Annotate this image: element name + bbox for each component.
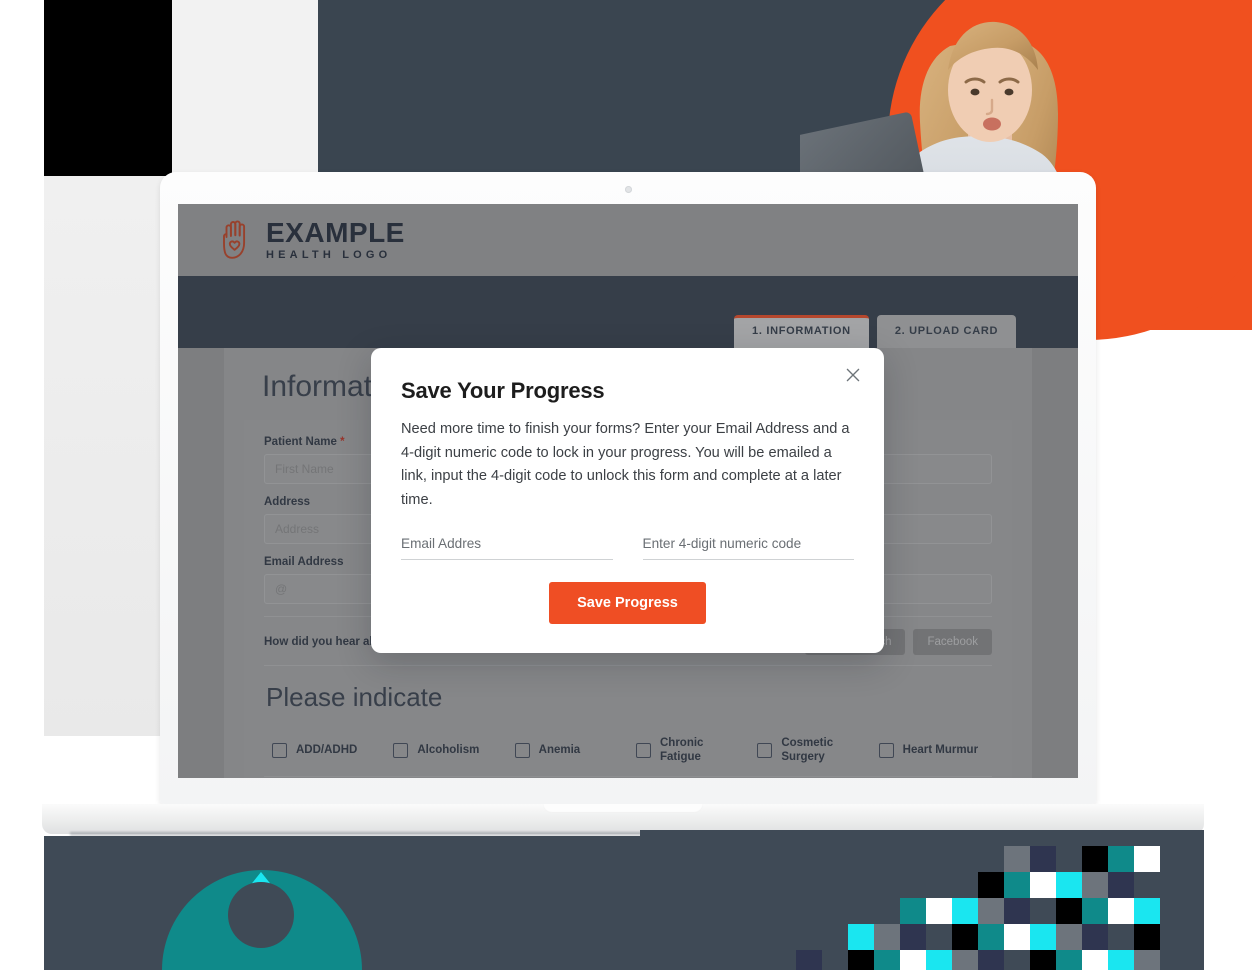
required-marker: *: [340, 436, 345, 448]
condition-sleep-apnea[interactable]: Sleep Apnea: [749, 777, 870, 778]
condition-add-adhd[interactable]: ADD/ADHD: [264, 725, 386, 777]
checkbox-icon[interactable]: [878, 742, 894, 758]
save-progress-modal: Save Your Progress Need more time to fin…: [371, 348, 884, 653]
checkbox-icon[interactable]: [636, 742, 651, 758]
checkbox-icon[interactable]: [272, 742, 287, 758]
brand-text: EXAMPLE HEALTH LOGO: [266, 219, 405, 261]
condition-heart-murmur[interactable]: Heart Murmur: [870, 725, 992, 777]
conditions-grid: ADD/ADHD Alcoholism Anemia Chronic Fatig…: [264, 725, 992, 778]
brand-logo[interactable]: EXAMPLE HEALTH LOGO: [220, 219, 405, 261]
screenshot-stage: EXAMPLE HEALTH LOGO 1. INFORMATION 2. UP…: [0, 0, 1252, 970]
laptop-base-notch: [543, 804, 703, 813]
background-light-strip: [172, 0, 318, 178]
condition-heart-surgery[interactable]: Heart Surgery: [264, 777, 385, 778]
condition-low-blood-pressure[interactable]: Low Blood Pressure: [507, 777, 628, 778]
checkbox-icon[interactable]: [757, 742, 773, 758]
condition-seizures[interactable]: Seizures: [628, 777, 749, 778]
email-field-wrapper: [401, 535, 613, 560]
brand-title: EXAMPLE: [266, 217, 405, 248]
background-dark-dot: [228, 882, 294, 948]
modal-fields: [401, 535, 854, 560]
condition-anemia[interactable]: Anemia: [506, 725, 628, 777]
code-field-wrapper: [642, 535, 854, 560]
conditions-section-title: Please indicate: [266, 682, 443, 712]
background-pixel-artifacts: [796, 846, 1166, 970]
form-step-tabs: 1. INFORMATION 2. UPLOAD CARD: [734, 315, 1017, 348]
hand-heart-logo-icon: [223, 220, 246, 259]
brand-subtitle: HEALTH LOGO: [266, 249, 392, 261]
site-header: EXAMPLE HEALTH LOGO: [178, 204, 1078, 276]
checkbox-icon[interactable]: [514, 742, 530, 758]
numeric-code-input[interactable]: [642, 535, 854, 560]
background-black-block: [44, 0, 172, 176]
condition-hepatitis[interactable]: Hepatitis: [385, 777, 506, 778]
condition-chronic-fatigue[interactable]: Chronic Fatigue: [628, 725, 750, 777]
condition-alcoholism[interactable]: Alcoholism: [385, 725, 507, 777]
modal-description: Need more time to finish your forms? Ent…: [401, 421, 850, 508]
divider: [264, 665, 992, 666]
save-progress-button[interactable]: Save Progress: [549, 581, 706, 624]
background-grey-column: [44, 176, 172, 736]
chip-facebook[interactable]: Facebook: [913, 629, 992, 655]
modal-title: Save Your Progress: [401, 378, 605, 403]
condition-stroke[interactable]: Stroke: [871, 777, 992, 778]
modal-actions: Save Progress: [401, 581, 854, 624]
site-nav: 1. INFORMATION 2. UPLOAD CARD: [178, 276, 1078, 348]
tab-information[interactable]: 1. INFORMATION: [734, 315, 869, 348]
condition-cosmetic-surgery[interactable]: Cosmetic Surgery: [749, 725, 871, 777]
webcam-icon: [625, 186, 632, 193]
email-input[interactable]: [401, 535, 613, 560]
tab-upload-card[interactable]: 2. UPLOAD CARD: [876, 315, 1017, 348]
close-icon[interactable]: [840, 362, 866, 388]
checkbox-icon[interactable]: [393, 742, 409, 758]
